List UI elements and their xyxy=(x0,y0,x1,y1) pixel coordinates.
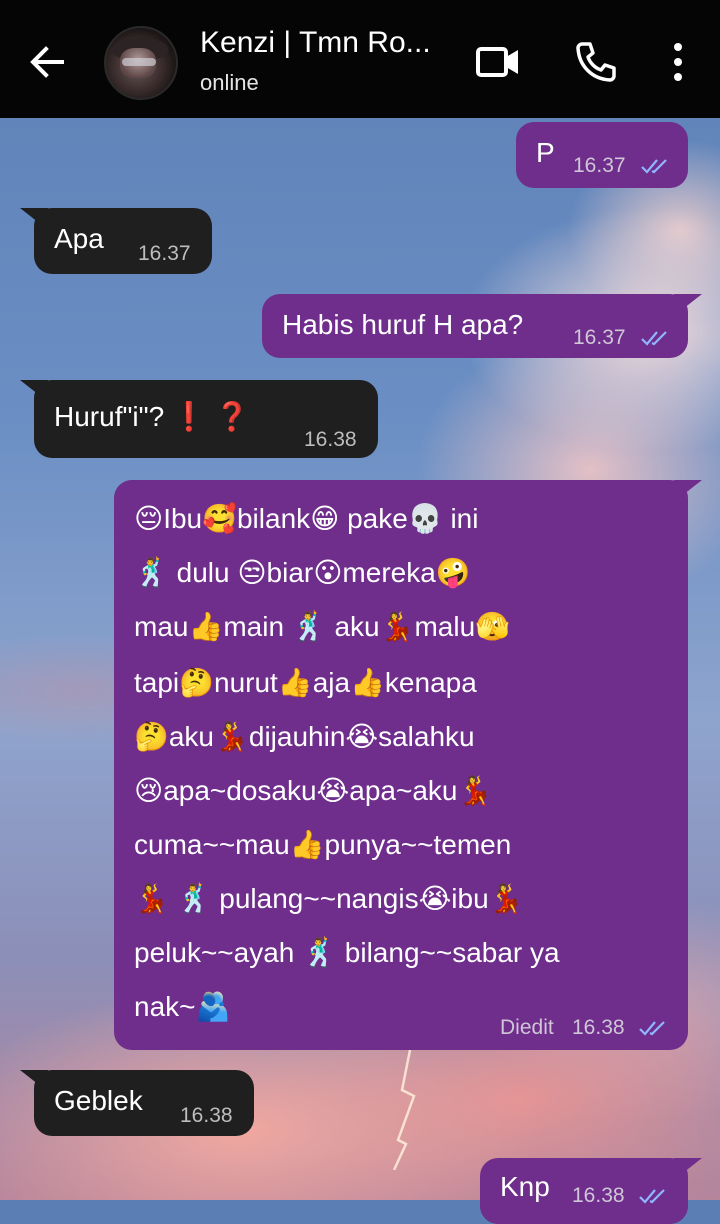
contact-status: online xyxy=(200,70,259,95)
message-outgoing-long[interactable]: 😔Ibu🥰bilank😁 pake💀 ini 🕺 dulu 😒biar😮mere… xyxy=(114,480,702,1050)
message-text: P xyxy=(536,137,555,168)
message-time: 16.37 xyxy=(573,154,626,177)
message-line: mau👍main 🕺 aku💃malu🫣 xyxy=(134,611,511,642)
message-line: tapi🤔nurut👍aja👍kenapa xyxy=(134,667,477,698)
message-incoming[interactable]: Huruf"i"? ❗ ❓ 16.38 xyxy=(20,380,378,458)
message-line: 🕺 dulu 😒biar😮mereka🤪 xyxy=(134,557,471,588)
message-time: 16.38 xyxy=(572,1016,625,1039)
double-check-read-icon xyxy=(641,331,667,346)
more-vert-icon xyxy=(674,43,682,81)
chat-header: Kenzi | Tmn Ro... online xyxy=(0,0,720,118)
message-time: 16.37 xyxy=(573,326,626,349)
message-time: 16.37 xyxy=(138,242,191,265)
message-line: 🤔aku💃dijauhin😭salahku xyxy=(134,721,475,752)
video-call-icon xyxy=(476,47,518,77)
contact-avatar[interactable] xyxy=(104,26,178,100)
message-time: 16.38 xyxy=(180,1104,233,1127)
back-arrow-icon xyxy=(30,46,64,78)
message-line: cuma~~mau👍punya~~temen xyxy=(134,829,512,860)
video-call-button[interactable] xyxy=(474,38,522,86)
phone-icon xyxy=(576,42,616,82)
message-time: 16.38 xyxy=(572,1184,625,1207)
message-text: Geblek xyxy=(54,1085,143,1116)
contact-name[interactable]: Kenzi | Tmn Ro... xyxy=(200,26,431,60)
back-button[interactable] xyxy=(22,38,70,86)
message-text: Habis huruf H apa? xyxy=(282,309,524,340)
message-time: 16.38 xyxy=(304,428,357,451)
double-check-read-icon xyxy=(639,1021,665,1036)
message-outgoing[interactable]: P 16.37 xyxy=(516,122,688,188)
more-options-button[interactable] xyxy=(654,38,702,86)
message-text: Apa xyxy=(54,223,104,254)
message-text: Knp xyxy=(500,1171,550,1202)
edited-label: Diedit xyxy=(500,1016,554,1039)
message-line: nak~🫂 xyxy=(134,991,231,1022)
message-line: peluk~~ayah 🕺 bilang~~sabar ya xyxy=(134,937,560,968)
message-line: 😢apa~dosaku😭apa~aku💃 xyxy=(134,775,493,806)
message-incoming[interactable]: Apa 16.37 xyxy=(20,208,212,274)
message-outgoing[interactable]: Habis huruf H apa? 16.37 xyxy=(262,294,702,358)
lightning-decoration xyxy=(392,1050,416,1170)
message-text: Huruf"i"? ❗ ❓ xyxy=(54,401,250,432)
message-line: 💃 🕺 pulang~~nangis😭ibu💃 xyxy=(134,883,524,914)
double-check-read-icon xyxy=(639,1189,665,1204)
double-check-read-icon xyxy=(641,159,667,174)
message-outgoing[interactable]: Knp 16.38 xyxy=(480,1158,702,1224)
voice-call-button[interactable] xyxy=(572,38,620,86)
message-incoming[interactable]: Geblek 16.38 xyxy=(20,1070,254,1136)
message-line: 😔Ibu🥰bilank😁 pake💀 ini xyxy=(134,503,479,534)
